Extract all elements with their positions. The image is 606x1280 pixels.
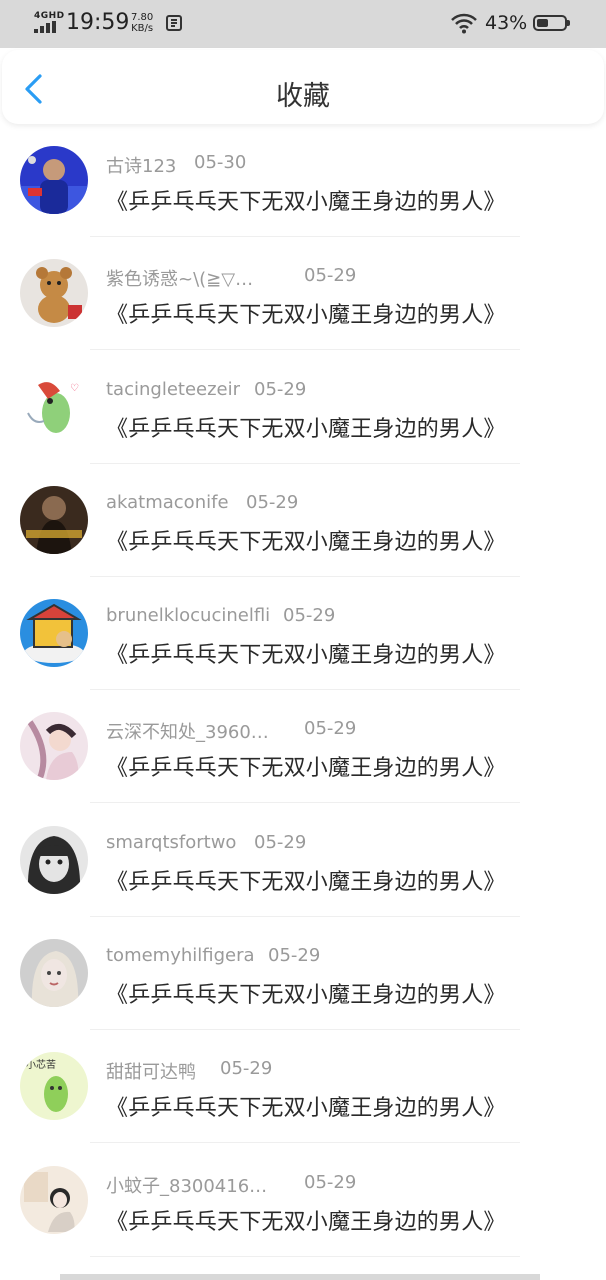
item-meta: smarqtsfortwo 05-29 [106, 832, 306, 853]
signal-icon [34, 21, 58, 33]
list-item[interactable]: ♡ tacingleteezeir 05-29 《乒乒乓乓天下无双小魔王身边的男… [0, 357, 606, 470]
username[interactable]: smarqtsfortwo [106, 832, 236, 853]
post-title[interactable]: 《乒乒乓乓天下无双小魔王身边的男人》 [106, 297, 506, 329]
divider [90, 1029, 520, 1031]
network-speed-value: 7.80 [131, 12, 154, 23]
username[interactable]: 小蚊子_8300416… [106, 1172, 267, 1198]
avatar[interactable] [20, 146, 88, 214]
post-title[interactable]: 《乒乒乓乓天下无双小魔王身边的男人》 [106, 524, 506, 556]
post-date: 05-29 [268, 945, 321, 967]
username[interactable]: 云深不知处_3960… [106, 718, 269, 744]
username[interactable]: akatmaconife [106, 492, 229, 513]
post-title[interactable]: 《乒乒乓乓天下无双小魔王身边的男人》 [106, 1090, 506, 1122]
post-date: 05-29 [220, 1058, 273, 1080]
divider [90, 236, 520, 237]
username[interactable]: tomemyhilfigera [106, 945, 255, 966]
post-date: 05-29 [304, 265, 357, 287]
username[interactable]: tacingleteezeir [106, 379, 240, 400]
post-date: 05-30 [194, 152, 247, 173]
divider [90, 462, 520, 464]
divider [90, 802, 520, 804]
avatar[interactable]: 小芯苦 [20, 1052, 88, 1121]
list-item[interactable]: 小蚊子_8300416… 05-29 《乒乒乓乓天下无双小魔王身边的男人》 [0, 1150, 606, 1263]
avatar[interactable] [20, 599, 88, 668]
post-title[interactable]: 《乒乒乓乓天下无双小魔王身边的男人》 [106, 864, 506, 896]
divider [90, 1142, 520, 1144]
avatar[interactable] [20, 939, 88, 1008]
item-meta: akatmaconife 05-29 [106, 492, 298, 513]
post-title[interactable]: 《乒乒乓乓天下无双小魔王身边的男人》 [106, 977, 506, 1009]
list-item[interactable]: 紫色诱惑~\(≧▽… 05-29 《乒乒乓乓天下无双小魔王身边的男人》 [0, 243, 606, 356]
avatar[interactable] [20, 712, 88, 781]
list-item[interactable]: brunelklocucinelfli 05-29 《乒乒乓乓天下无双小魔王身边… [0, 583, 606, 696]
list-item[interactable]: 云深不知处_3960… 05-29 《乒乒乓乓天下无双小魔王身边的男人》 [0, 696, 606, 809]
wifi-icon [450, 12, 478, 34]
divider [90, 575, 520, 577]
item-meta: 古诗123 05-30 [106, 152, 246, 178]
username[interactable]: 古诗123 [106, 152, 176, 178]
page-title: 收藏 [276, 81, 330, 112]
item-meta: tomemyhilfigera 05-29 [106, 945, 320, 966]
next-item-partial [60, 1274, 540, 1280]
divider [90, 349, 520, 351]
username[interactable]: brunelklocucinelfli [106, 605, 270, 626]
divider [90, 915, 520, 917]
post-title[interactable]: 《乒乒乓乓天下无双小魔王身边的男人》 [106, 1204, 506, 1236]
post-title[interactable]: 《乒乒乓乓天下无双小魔王身边的男人》 [106, 184, 506, 216]
clock: 19:59 [66, 10, 130, 35]
list-item[interactable]: 古诗123 05-30 《乒乒乓乓天下无双小魔王身边的男人》 [0, 130, 606, 243]
status-bar: 4GHD 19:59 7.80 KB/s 43% [0, 0, 606, 48]
item-meta: 甜甜可达鸭 05-29 [106, 1058, 272, 1084]
network-speed-unit: KB/s [131, 23, 154, 34]
svg-text:♡: ♡ [70, 383, 79, 394]
item-meta: tacingleteezeir 05-29 [106, 379, 306, 400]
avatar[interactable] [20, 1165, 88, 1234]
item-meta: 小蚊子_8300416… 05-29 [106, 1172, 356, 1198]
post-date: 05-29 [283, 605, 336, 627]
avatar[interactable]: ♡ [20, 372, 88, 441]
item-meta: brunelklocucinelfli 05-29 [106, 605, 335, 626]
username[interactable]: 紫色诱惑~\(≧▽… [106, 265, 253, 291]
post-date: 05-29 [304, 718, 357, 740]
divider [90, 689, 520, 691]
post-date: 05-29 [254, 831, 307, 853]
list-item[interactable]: 小芯苦 甜甜可达鸭 05-29 《乒乒乓乓天下无双小魔王身边的男人》 [0, 1036, 606, 1149]
list-item[interactable]: akatmaconife 05-29 《乒乒乓乓天下无双小魔王身边的男人》 [0, 470, 606, 583]
network-speed: 7.80 KB/s [131, 12, 153, 34]
post-title[interactable]: 《乒乒乓乓天下无双小魔王身边的男人》 [106, 411, 506, 443]
item-meta: 云深不知处_3960… 05-29 [106, 718, 356, 744]
svg-text:小芯苦: 小芯苦 [26, 1058, 56, 1071]
post-date: 05-29 [246, 491, 299, 513]
post-title[interactable]: 《乒乒乓乓天下无双小魔王身边的男人》 [106, 750, 506, 782]
battery-tip [567, 20, 570, 26]
divider [90, 1255, 520, 1257]
battery-level [537, 19, 548, 27]
post-date: 05-29 [254, 378, 307, 400]
top-bar: 收藏 [2, 50, 604, 124]
post-date: 05-29 [304, 1171, 357, 1193]
battery-icon [533, 15, 567, 31]
network-type: 4GHD [34, 11, 65, 21]
username[interactable]: 甜甜可达鸭 [106, 1058, 196, 1084]
avatar[interactable] [20, 825, 88, 894]
favorites-list: 古诗123 05-30 《乒乒乓乓天下无双小魔王身边的男人》 紫色诱惑~\(≧▽… [0, 130, 606, 1263]
list-item[interactable]: smarqtsfortwo 05-29 《乒乒乓乓天下无双小魔王身边的男人》 [0, 810, 606, 923]
list-item[interactable]: tomemyhilfigera 05-29 《乒乒乓乓天下无双小魔王身边的男人》 [0, 923, 606, 1036]
avatar[interactable] [20, 259, 88, 328]
item-meta: 紫色诱惑~\(≧▽… 05-29 [106, 265, 356, 291]
battery-percent: 43% [485, 12, 528, 34]
avatar[interactable] [20, 485, 88, 554]
post-title[interactable]: 《乒乒乓乓天下无双小魔王身边的男人》 [106, 637, 506, 669]
notification-app-icon [166, 15, 182, 31]
